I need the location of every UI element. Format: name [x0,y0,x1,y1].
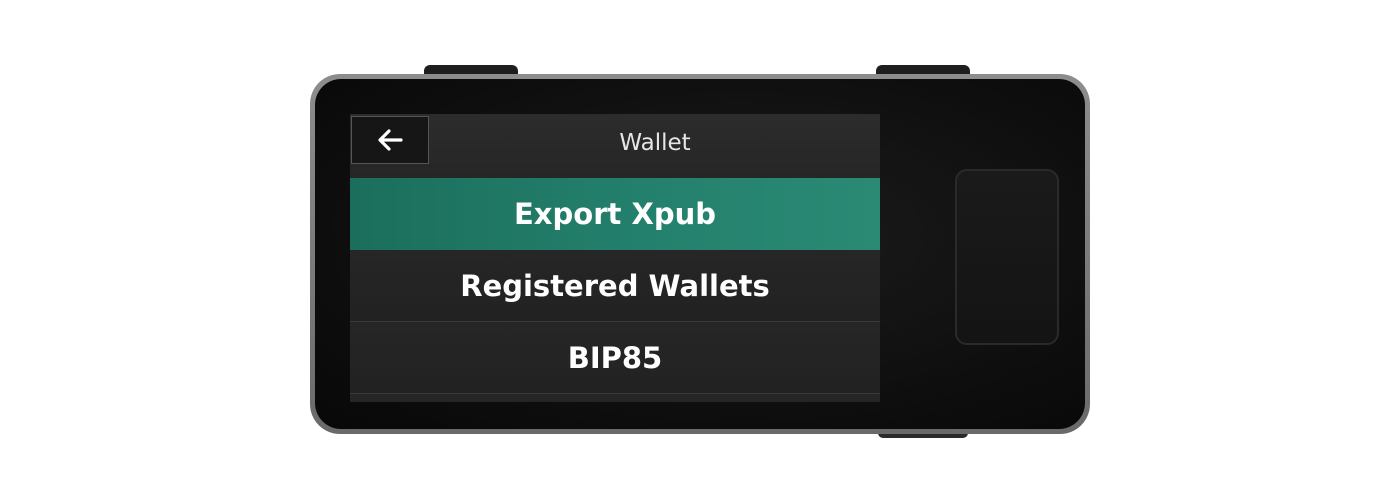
menu-item-label: BIP85 [567,340,663,375]
wallet-menu: Export Xpub Registered Wallets BIP85 [350,178,880,394]
device-bezel: Wallet Export Xpub Registered Wallets BI… [315,79,1085,429]
menu-item-label: Registered Wallets [460,268,770,303]
menu-item-registered-wallets[interactable]: Registered Wallets [350,250,880,322]
back-button[interactable] [351,116,429,164]
stage: Wallet Export Xpub Registered Wallets BI… [0,0,1400,500]
fingerprint-sensor[interactable] [955,169,1059,345]
device-screen: Wallet Export Xpub Registered Wallets BI… [350,114,880,402]
page-title: Wallet [619,130,691,156]
menu-item-export-xpub[interactable]: Export Xpub [350,178,880,250]
menu-item-label: Export Xpub [514,197,716,231]
arrow-left-icon [378,129,403,151]
hardware-wallet-device: Wallet Export Xpub Registered Wallets BI… [310,74,1090,434]
screen-header: Wallet [350,114,880,178]
menu-item-bip85[interactable]: BIP85 [350,322,880,394]
